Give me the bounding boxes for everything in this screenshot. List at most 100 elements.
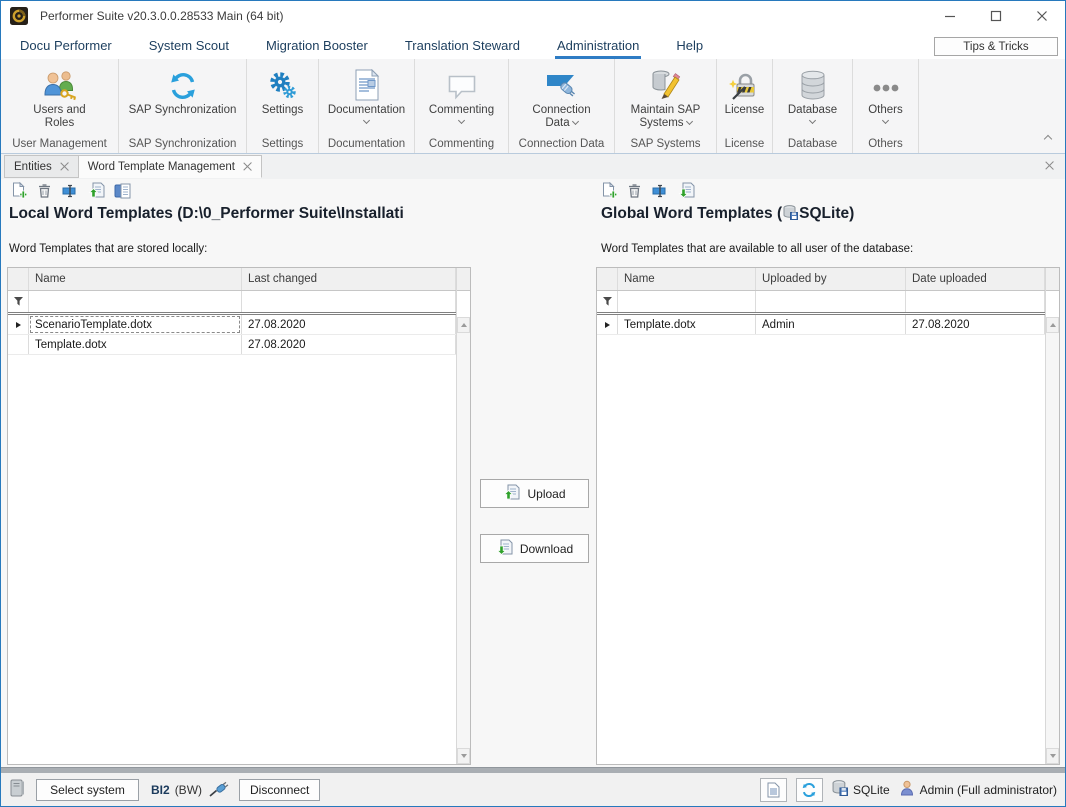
close-button[interactable] xyxy=(1019,1,1065,31)
sap-sync-icon xyxy=(168,59,198,101)
select-system-button[interactable]: Select system xyxy=(36,779,139,801)
filter-cell-name[interactable] xyxy=(618,291,756,312)
ribbon-group-sap-systems[interactable]: Maintain SAP Systems SAP Systems xyxy=(615,59,717,153)
filter-cell-uploaded-by[interactable] xyxy=(756,291,906,312)
new-template-icon[interactable] xyxy=(9,181,28,200)
tab-word-template-management[interactable]: Word Template Management xyxy=(79,155,262,178)
word-document-icon[interactable] xyxy=(113,181,132,200)
ribbon-button-label: License xyxy=(725,104,765,116)
ribbon-button-label: Maintain SAP Systems xyxy=(631,104,701,129)
scroll-up-button[interactable] xyxy=(1046,317,1059,333)
table-row[interactable]: ScenarioTemplate.dotx 27.08.2020 xyxy=(8,315,456,335)
cell-name[interactable]: ScenarioTemplate.dotx xyxy=(29,315,242,334)
cell-uploaded-by[interactable]: Admin xyxy=(756,315,906,334)
ribbon-group-user-management[interactable]: Users and Roles User Management xyxy=(1,59,119,153)
chevron-down-icon xyxy=(809,117,816,124)
database-icon xyxy=(799,59,827,101)
tab-close-icon[interactable] xyxy=(60,162,69,171)
menu-tab-help[interactable]: Help xyxy=(674,31,705,59)
rename-template-icon[interactable] xyxy=(61,181,80,200)
vertical-scrollbar[interactable] xyxy=(456,268,470,764)
user-icon xyxy=(899,780,915,799)
menu-tab-label: Translation Steward xyxy=(405,38,520,53)
filter-funnel-icon xyxy=(8,291,29,312)
ribbon-group-sap-synchronization[interactable]: SAP Synchronization SAP Synchronization xyxy=(119,59,247,153)
cell-name[interactable]: Template.dotx xyxy=(29,335,242,354)
ribbon-group-connection-data[interactable]: Connection Data Connection Data xyxy=(509,59,615,153)
cell-last-changed[interactable]: 27.08.2020 xyxy=(242,315,456,334)
license-icon xyxy=(729,59,760,101)
scrollbar-track[interactable] xyxy=(1046,333,1059,748)
current-row-arrow-icon xyxy=(597,315,618,334)
ribbon-collapse-button[interactable] xyxy=(1045,131,1051,145)
menu-tab-system-scout[interactable]: System Scout xyxy=(147,31,231,59)
menu-tab-label: System Scout xyxy=(149,38,229,53)
tab-label: Entities xyxy=(14,161,52,173)
tabbar-close-icon[interactable] xyxy=(1045,161,1054,170)
current-user-label: Admin (Full administrator) xyxy=(920,783,1057,797)
maximize-button[interactable] xyxy=(973,1,1019,31)
ribbon-group-label: User Management xyxy=(12,138,107,153)
scroll-up-button[interactable] xyxy=(457,317,470,333)
commenting-icon xyxy=(447,59,477,101)
ribbon-button-label: Database xyxy=(788,104,837,116)
column-header-name[interactable]: Name xyxy=(618,268,756,290)
menu-tab-translation-steward[interactable]: Translation Steward xyxy=(403,31,522,59)
rename-template-icon[interactable] xyxy=(651,181,670,200)
cell-name[interactable]: Template.dotx xyxy=(618,315,756,334)
menu-tab-migration-booster[interactable]: Migration Booster xyxy=(264,31,370,59)
scroll-down-button[interactable] xyxy=(1046,748,1059,764)
table-row[interactable]: Template.dotx 27.08.2020 xyxy=(8,335,456,355)
upload-button[interactable]: Upload xyxy=(480,479,589,508)
scrollbar-track[interactable] xyxy=(457,333,470,748)
column-header-name[interactable]: Name xyxy=(29,268,242,290)
download-button[interactable]: Download xyxy=(480,534,589,563)
tips-and-tricks-button[interactable]: Tips & Tricks xyxy=(934,37,1058,56)
plug-icon xyxy=(209,780,231,800)
ribbon-group-label: Others xyxy=(868,138,903,153)
download-template-icon[interactable] xyxy=(677,181,696,200)
column-header-date-uploaded[interactable]: Date uploaded xyxy=(906,268,1045,290)
table-row[interactable]: Template.dotx Admin 27.08.2020 xyxy=(597,315,1045,335)
new-template-icon[interactable] xyxy=(599,181,618,200)
ribbon-group-documentation[interactable]: Documentation Documentation xyxy=(319,59,415,153)
refresh-sync-button[interactable] xyxy=(796,778,823,802)
cell-date-uploaded[interactable]: 27.08.2020 xyxy=(906,315,1045,334)
download-button-label: Download xyxy=(520,542,573,556)
ribbon-group-label: License xyxy=(725,138,765,153)
filter-cell-name[interactable] xyxy=(29,291,242,312)
database-name-label: SQLite xyxy=(853,783,890,797)
disconnect-button[interactable]: Disconnect xyxy=(239,779,320,801)
status-bar: Select system BI2 (BW) Disconnect SQLite… xyxy=(1,773,1065,806)
delete-template-icon[interactable] xyxy=(625,181,644,200)
local-templates-grid: Name Last changed ScenarioTemplate.dotx … xyxy=(7,267,471,765)
ribbon-group-settings[interactable]: Settings Settings xyxy=(247,59,319,153)
filter-cell-last-changed[interactable] xyxy=(242,291,456,312)
scroll-down-button[interactable] xyxy=(457,748,470,764)
upload-template-icon[interactable] xyxy=(87,181,106,200)
others-dots-icon xyxy=(870,59,902,101)
minimize-button[interactable] xyxy=(927,1,973,31)
filter-cell-date-uploaded[interactable] xyxy=(906,291,1045,312)
vertical-scrollbar[interactable] xyxy=(1045,268,1059,764)
performer-suite-window: Performer Suite v20.3.0.0.28533 Main (64… xyxy=(0,0,1066,807)
cell-last-changed[interactable]: 27.08.2020 xyxy=(242,335,456,354)
menu-tab-administration[interactable]: Administration xyxy=(555,31,641,59)
menu-tab-docu-performer[interactable]: Docu Performer xyxy=(18,31,114,59)
chevron-down-icon xyxy=(458,117,465,124)
document-status-button[interactable] xyxy=(760,778,787,802)
ribbon-group-license[interactable]: License License xyxy=(717,59,773,153)
settings-gears-icon xyxy=(268,59,297,101)
delete-template-icon[interactable] xyxy=(35,181,54,200)
ribbon-group-commenting[interactable]: Commenting Commenting xyxy=(415,59,509,153)
ribbon-group-others[interactable]: Others Others xyxy=(853,59,919,153)
column-header-uploaded-by[interactable]: Uploaded by xyxy=(756,268,906,290)
ribbon-group-label: Connection Data xyxy=(519,138,605,153)
ribbon-group-label: Documentation xyxy=(328,138,405,153)
ribbon-group-label: SAP Systems xyxy=(630,138,700,153)
tab-entities[interactable]: Entities xyxy=(4,155,79,178)
column-header-last-changed[interactable]: Last changed xyxy=(242,268,456,290)
ribbon-group-database[interactable]: Database Database xyxy=(773,59,853,153)
tab-close-icon[interactable] xyxy=(243,162,252,171)
tips-button-label: Tips & Tricks xyxy=(963,41,1028,53)
